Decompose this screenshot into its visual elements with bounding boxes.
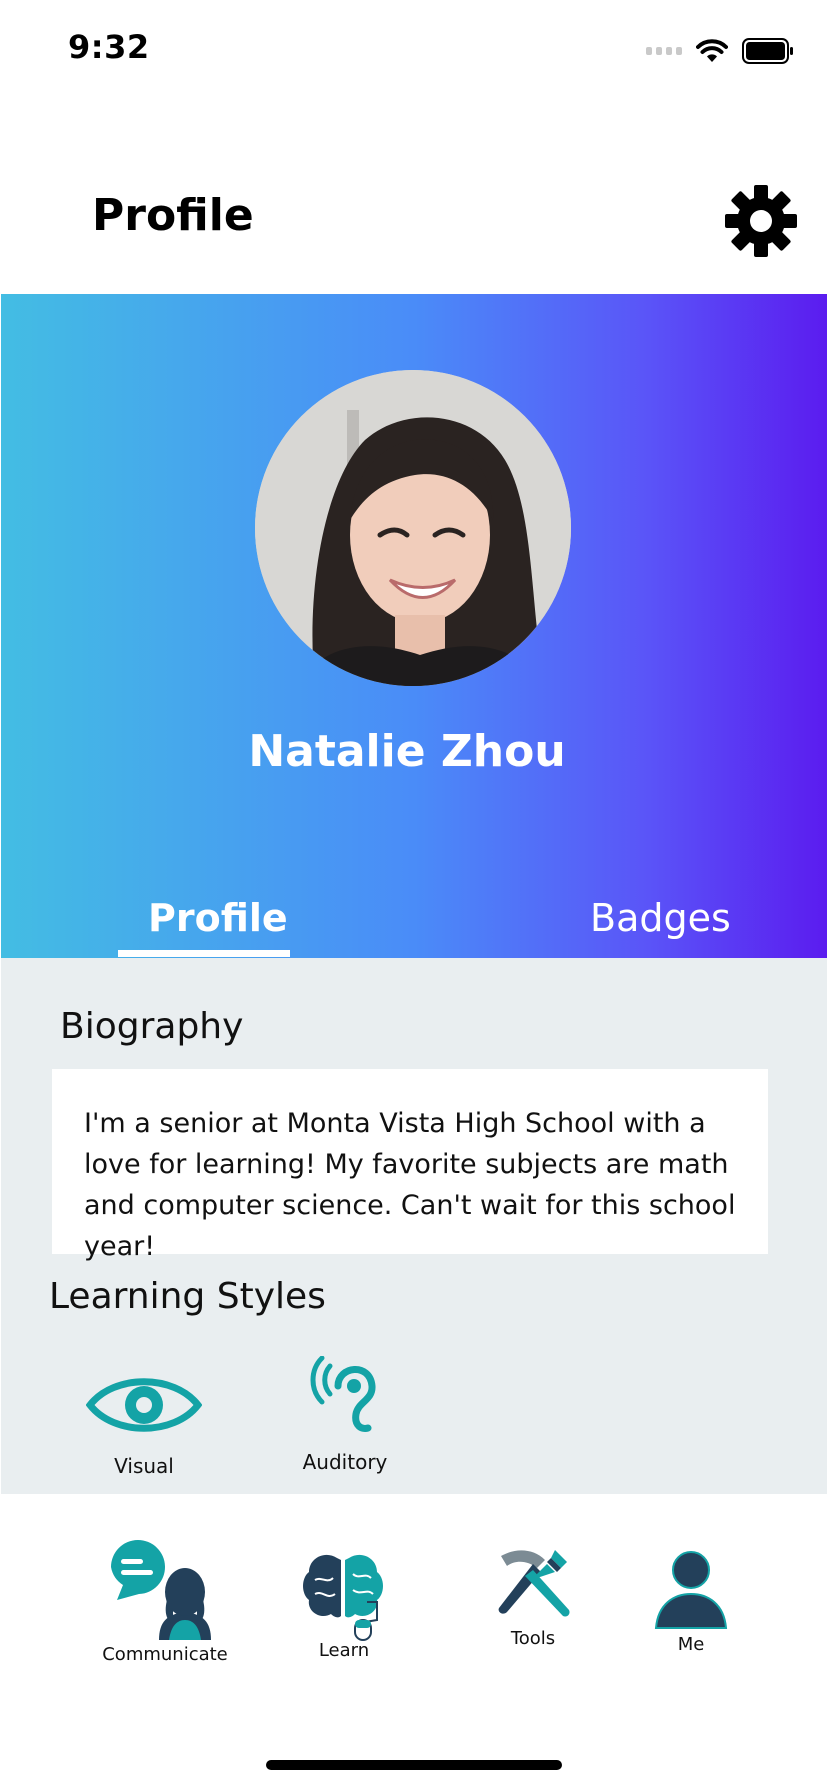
wifi-icon <box>696 39 728 62</box>
learning-style-label: Auditory <box>302 1450 388 1474</box>
person-icon <box>654 1551 728 1629</box>
user-photo <box>255 370 571 686</box>
user-name: Natalie Zhou <box>248 726 566 777</box>
learning-styles-title: Learning Styles <box>49 1276 326 1317</box>
tools-icon <box>498 1550 570 1617</box>
nav-label: Me <box>677 1634 705 1655</box>
learning-style-label: Visual <box>114 1454 174 1478</box>
brain-icon <box>303 1554 383 1641</box>
active-tab-indicator <box>118 950 290 957</box>
biography-text: I'm a senior at Monta Vista High School … <box>84 1108 736 1262</box>
nav-communicate[interactable]: Communicate <box>100 1540 230 1665</box>
nav-label: Tools <box>510 1628 556 1649</box>
eye-icon <box>86 1378 202 1432</box>
biography-title: Biography <box>60 1006 244 1047</box>
home-indicator[interactable] <box>266 1760 562 1770</box>
nav-tools[interactable]: Tools <box>483 1546 583 1649</box>
learning-style-visual[interactable]: Visual <box>84 1364 204 1478</box>
battery-icon <box>742 38 793 64</box>
learning-style-auditory[interactable]: Auditory <box>295 1356 395 1474</box>
tab-badges[interactable]: Badges <box>590 896 731 940</box>
biography-card: I'm a senior at Monta Vista High School … <box>52 1069 768 1262</box>
avatar <box>255 370 571 686</box>
nav-me[interactable]: Me <box>641 1550 741 1655</box>
cellular-signal-icon <box>646 47 682 55</box>
tab-profile[interactable]: Profile <box>148 896 288 940</box>
page-title: Profile <box>92 190 254 241</box>
gear-icon <box>725 185 797 257</box>
settings-button[interactable] <box>724 184 798 258</box>
nav-learn[interactable]: Learn <box>294 1550 394 1661</box>
ear-icon <box>310 1356 376 1432</box>
status-icons <box>646 34 794 68</box>
communicate-icon <box>111 1540 211 1640</box>
status-time: 9:32 <box>68 28 150 66</box>
nav-label: Learn <box>318 1640 370 1661</box>
nav-label: Communicate <box>102 1644 228 1665</box>
